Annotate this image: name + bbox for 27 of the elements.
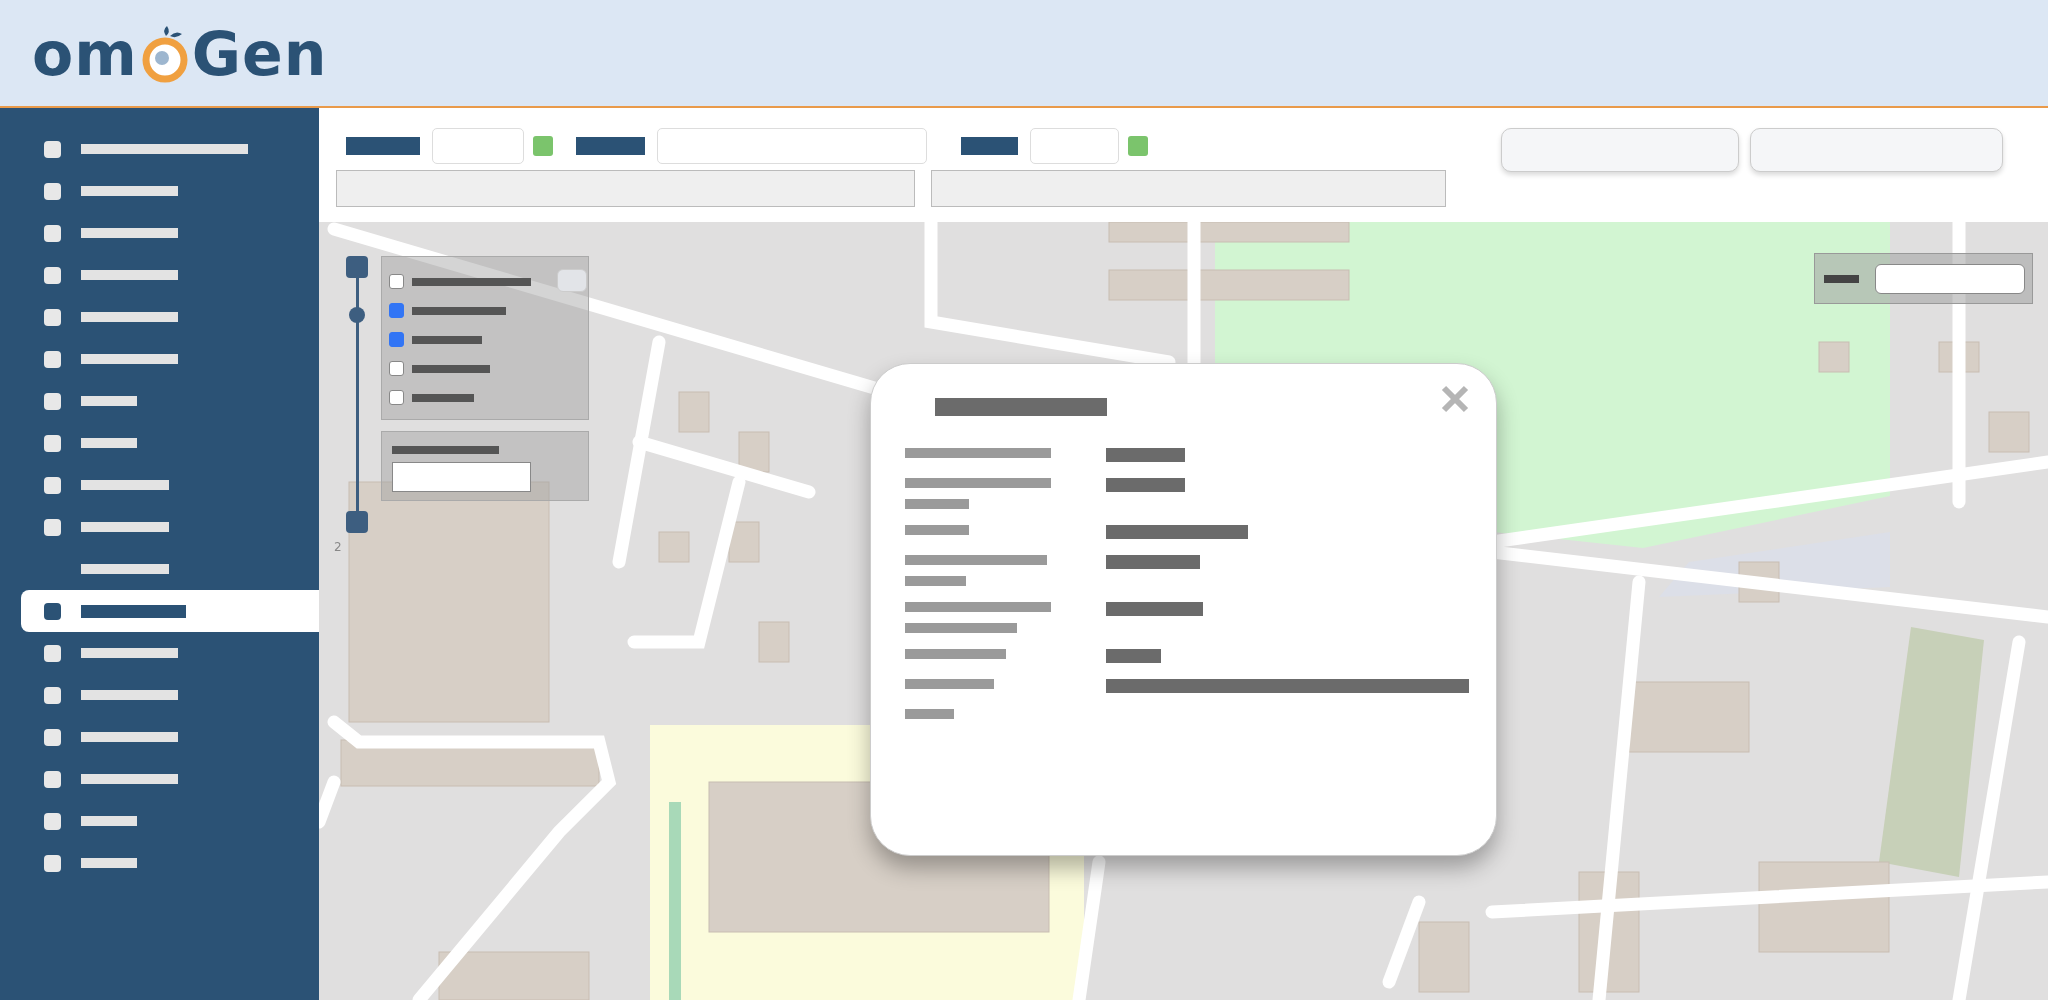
layer-checkbox[interactable]: [389, 303, 404, 318]
logo-text: om: [32, 24, 138, 84]
layer-checkbox[interactable]: [389, 274, 404, 289]
logo-text: Gen: [191, 24, 328, 84]
redacted-label: [961, 137, 1018, 155]
redacted-label: [412, 393, 474, 402]
redacted-label: [905, 576, 966, 586]
status-square: [1128, 136, 1148, 156]
input-field[interactable]: [931, 170, 1446, 207]
layer-checkbox[interactable]: [389, 390, 404, 405]
zoom-level-label: 2: [334, 540, 342, 554]
input-field[interactable]: [1875, 263, 2025, 294]
redacted-label: [412, 335, 482, 344]
redacted-label: [1824, 274, 1859, 283]
zoom-slider[interactable]: [346, 256, 368, 533]
redacted-label: [905, 525, 969, 535]
redacted-label: [905, 709, 954, 719]
zoom-out-button[interactable]: [346, 511, 368, 533]
input-field[interactable]: [392, 462, 531, 492]
layer-checkbox[interactable]: [389, 361, 404, 376]
layer-checkbox[interactable]: [389, 332, 404, 347]
redacted-value: [1106, 649, 1161, 663]
input-field[interactable]: [336, 170, 915, 207]
status-square: [533, 136, 553, 156]
redacted-label: [576, 137, 645, 155]
sidebar-item[interactable]: [21, 590, 319, 632]
redacted-label: [905, 499, 969, 509]
